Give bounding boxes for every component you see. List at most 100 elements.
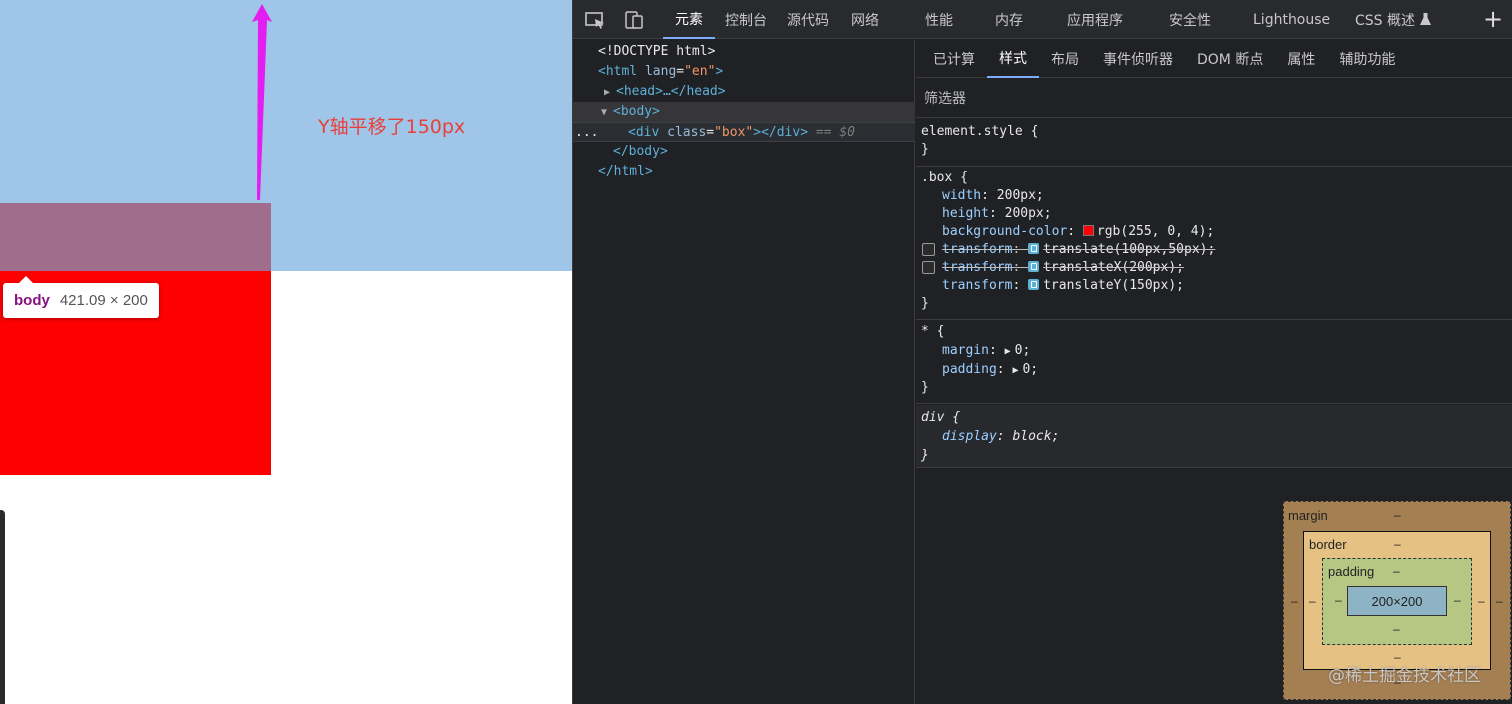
rule-selector: div { [921, 410, 961, 425]
tab-css-overview[interactable]: CSS 概述 [1343, 0, 1443, 39]
subtab-properties[interactable]: 属性 [1275, 40, 1327, 78]
dom-body-close[interactable]: </body> [573, 142, 915, 162]
filter-input[interactable]: 筛选器 [916, 79, 1512, 118]
inspect-element-icon[interactable] [584, 9, 606, 31]
padding-top-value: – [1393, 564, 1400, 578]
tooltip-tag: body [14, 292, 50, 309]
tab-elements[interactable]: 元素 [663, 0, 715, 39]
transform-editor-icon[interactable] [1028, 279, 1040, 290]
border-top-value: – [1394, 537, 1401, 551]
page-viewport: Y轴平移了150px body 421.09 × 200 [0, 0, 572, 704]
plus-icon[interactable]: + [1481, 7, 1505, 32]
box-model-content[interactable]: 200×200 [1347, 586, 1447, 616]
html-close-tag: </html> [598, 164, 653, 179]
decl-display: display: block; [942, 429, 1060, 444]
disable-checkbox[interactable] [922, 243, 935, 256]
decl-padding[interactable]: padding: ▶ 0; [916, 360, 1512, 379]
subtab-dom-breakpoints[interactable]: DOM 断点 [1185, 40, 1275, 78]
flask-icon [1420, 13, 1431, 25]
padding-left-value: – [1335, 593, 1342, 607]
margin-left-value: – [1291, 594, 1298, 608]
rule-close: } [921, 380, 929, 395]
head-tag: <head>…</head> [616, 84, 726, 99]
color-swatch[interactable] [1082, 225, 1094, 236]
rule-element-style: element.style { } [916, 122, 1512, 167]
expand-triangle-icon[interactable]: ▶ [604, 83, 616, 103]
tab-application[interactable]: 应用程序 [1055, 0, 1157, 39]
rule-selector[interactable]: .box { [916, 169, 1512, 187]
html-tag: <html [598, 64, 638, 79]
box-model-border[interactable]: border – – – – padding – – – – 200×200 [1303, 531, 1491, 670]
padding-label: padding [1328, 564, 1375, 579]
margin-right-value: – [1496, 594, 1503, 608]
up-arrow-annotation [252, 4, 272, 200]
dom-div-box[interactable]: ... <div class="box"></div> == $0 [573, 122, 915, 142]
devtools-tabs: 元素 控制台 源代码 网络 性能 内存 应用程序 安全性 Lighthouse … [663, 0, 1443, 39]
decl-transform-active[interactable]: transform: translateY(150px); [916, 277, 1512, 295]
rule-close: } [921, 142, 929, 157]
element-tooltip: body 421.09 × 200 [3, 276, 159, 318]
expand-shorthand-icon[interactable]: ▶ [1005, 346, 1011, 357]
tooltip-size: 421.09 × 200 [59, 292, 148, 309]
tab-css-overview-label: CSS 概述 [1355, 12, 1415, 29]
styles-pane: 已计算 样式 布局 事件侦听器 DOM 断点 属性 辅助功能 筛选器 eleme… [916, 40, 1512, 704]
box-model-padding[interactable]: padding – – – – 200×200 [1322, 558, 1472, 645]
dom-body[interactable]: ▼ <body> [573, 102, 915, 122]
rule-close: } [921, 448, 929, 463]
decl-transform-disabled-1[interactable]: transform: translate(100px,50px); [916, 241, 1512, 259]
decl-background-color[interactable]: background-color: rgb(255, 0, 4); [916, 223, 1512, 241]
tab-network[interactable]: 网络 [839, 0, 913, 39]
expand-shorthand-icon[interactable]: ▶ [1012, 365, 1018, 376]
doctype-text: <!DOCTYPE html> [598, 44, 716, 59]
subtab-accessibility[interactable]: 辅助功能 [1327, 40, 1407, 78]
transform-editor-icon[interactable] [1028, 261, 1040, 272]
body-tag: <body> [613, 104, 660, 119]
dom-html-close[interactable]: </html> [573, 162, 915, 182]
annotation-text: Y轴平移了150px [318, 116, 466, 138]
div-close-tag: ></div> [753, 125, 809, 140]
tab-security[interactable]: 安全性 [1157, 0, 1241, 39]
decl-width[interactable]: width: 200px; [916, 187, 1512, 205]
side-panel-edge [0, 510, 5, 704]
rule-universal: * { margin: ▶ 0; padding: ▶ 0; } [916, 321, 1512, 404]
padding-right-value: – [1454, 593, 1461, 607]
collapse-triangle-icon[interactable]: ▼ [601, 103, 613, 123]
div-attr: class [667, 125, 707, 140]
tab-console[interactable]: 控制台 [715, 0, 777, 39]
border-label: border [1309, 537, 1347, 552]
devtools-panel: 元素 控制台 源代码 网络 性能 内存 应用程序 安全性 Lighthouse … [572, 0, 1512, 704]
row-menu-ellipsis[interactable]: ... [575, 123, 628, 143]
subtab-computed[interactable]: 已计算 [921, 40, 987, 78]
box-overlap-highlight [0, 203, 271, 271]
subtab-styles[interactable]: 样式 [987, 40, 1039, 78]
device-toolbar-icon[interactable] [624, 9, 646, 31]
tab-lighthouse[interactable]: Lighthouse [1241, 0, 1343, 39]
div-tag: <div [628, 125, 660, 140]
tab-performance[interactable]: 性能 [913, 0, 983, 39]
subtab-event-listeners[interactable]: 事件侦听器 [1091, 40, 1185, 78]
tab-sources[interactable]: 源代码 [777, 0, 839, 39]
devtools-toolbar: 元素 控制台 源代码 网络 性能 内存 应用程序 安全性 Lighthouse … [573, 0, 1512, 39]
subtab-layout[interactable]: 布局 [1039, 40, 1091, 78]
decl-transform-disabled-2[interactable]: transform: translateX(200px); [916, 259, 1512, 277]
screen: Y轴平移了150px body 421.09 × 200 元素 控制台 源代码 … [0, 0, 1512, 704]
margin-label: margin [1288, 508, 1328, 523]
html-attr: lang [644, 64, 677, 79]
transform-editor-icon[interactable] [1028, 243, 1040, 254]
decl-height[interactable]: height: 200px; [916, 205, 1512, 223]
disable-checkbox[interactable] [922, 261, 935, 274]
dom-html-open[interactable]: <html lang="en"> [573, 62, 915, 82]
tab-memory[interactable]: 内存 [983, 0, 1055, 39]
watermark: @稀土掘金技术社区 [1328, 666, 1481, 686]
margin-top-value: – [1394, 508, 1401, 522]
rule-box: .box { width: 200px; height: 200px; back… [916, 168, 1512, 320]
div-attr-value: "box" [714, 125, 754, 140]
selected-marker: == $0 [815, 125, 856, 140]
decl-margin[interactable]: margin: ▶ 0; [916, 341, 1512, 360]
dom-doctype[interactable]: <!DOCTYPE html> [573, 42, 915, 62]
html-attr-value: "en" [684, 64, 716, 79]
dom-head[interactable]: ▶ <head>…</head> [573, 82, 915, 102]
border-right-value: – [1478, 594, 1485, 608]
rule-selector[interactable]: element.style { [916, 123, 1512, 141]
rule-selector[interactable]: * { [916, 323, 1512, 341]
